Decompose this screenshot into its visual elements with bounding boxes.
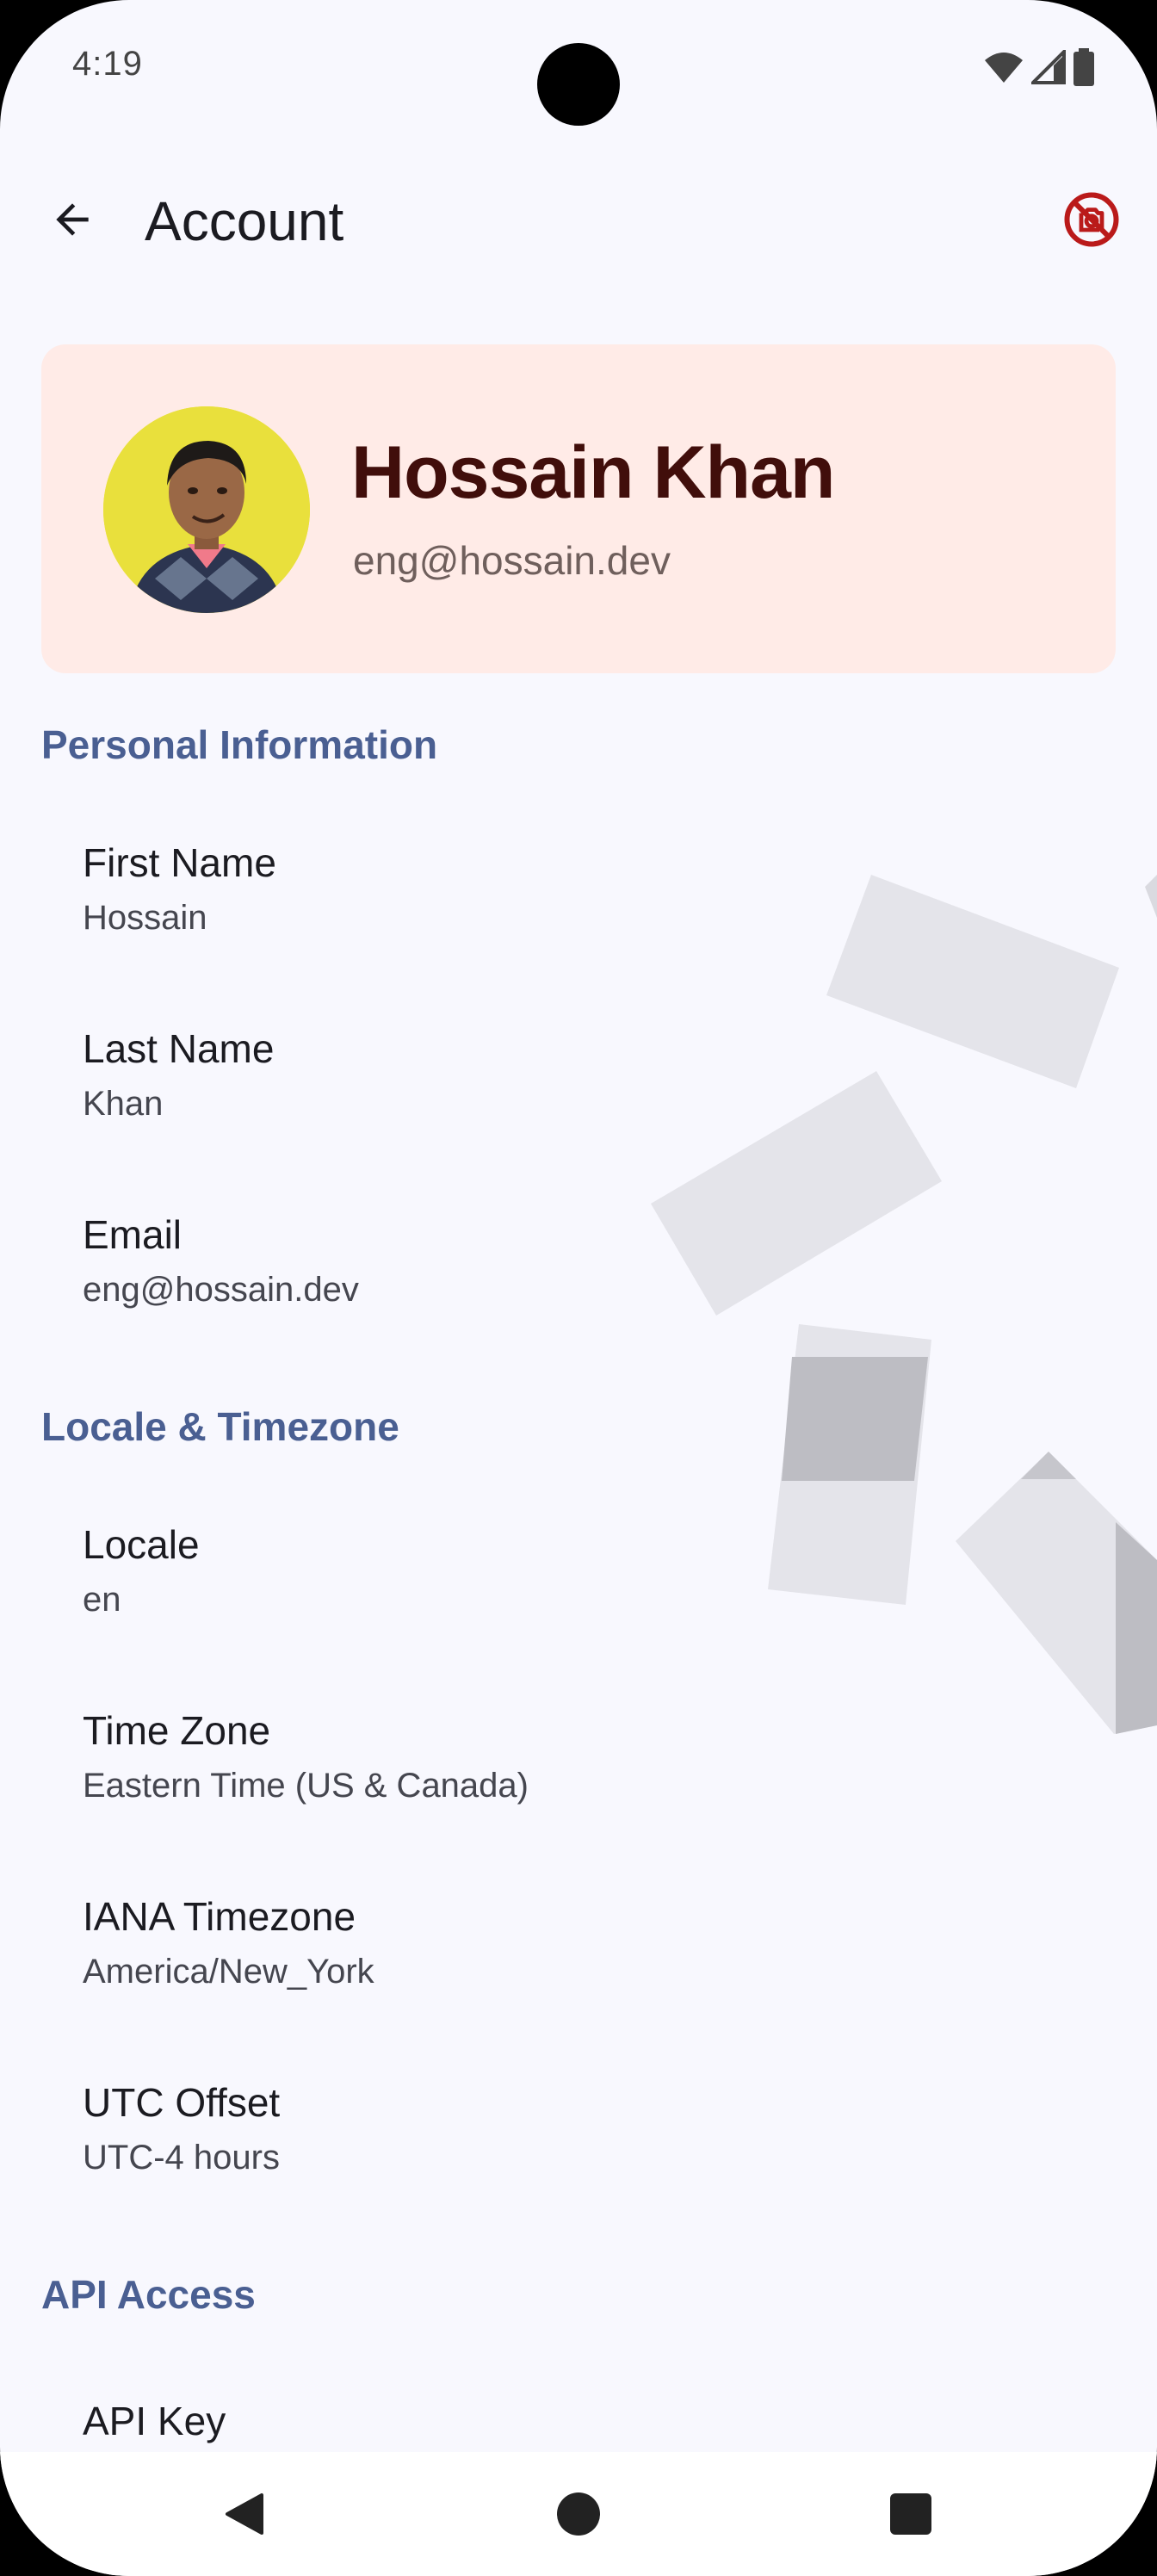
battery-icon <box>1073 48 1094 86</box>
status-bar: 4:19 <box>0 0 1157 138</box>
field-email[interactable]: Email eng@hossain.dev <box>83 1209 359 1314</box>
field-value: Hossain <box>83 899 207 937</box>
section-header-personal: Personal Information <box>41 722 438 767</box>
profile-card: Hossain Khan eng@hossain.dev <box>41 344 1116 673</box>
cell-signal-icon <box>1031 50 1066 84</box>
field-label: Last Name <box>83 1026 275 1071</box>
triangle-back-icon <box>226 2493 263 2535</box>
arrow-back-icon <box>56 203 89 236</box>
field-value: Khan <box>83 1085 164 1123</box>
field-first-name[interactable]: First Name Hossain <box>83 837 276 942</box>
screen-title: Account <box>145 190 344 252</box>
field-label: IANA Timezone <box>83 1894 356 1939</box>
system-navigation-bar <box>0 2452 1157 2576</box>
nav-back-button[interactable] <box>201 2471 288 2557</box>
profile-email: eng@hossain.dev <box>353 538 671 583</box>
avatar-photo <box>103 406 310 613</box>
no-photography-icon <box>1064 192 1119 247</box>
status-time: 4:19 <box>72 45 143 83</box>
section-header-api: API Access <box>41 2272 256 2317</box>
avatar[interactable] <box>103 406 310 613</box>
field-iana-timezone[interactable]: IANA Timezone America/New_York <box>83 1891 374 1996</box>
front-camera <box>537 43 620 126</box>
field-label: Locale <box>83 1522 200 1567</box>
status-icons <box>983 48 1095 86</box>
back-button[interactable] <box>38 185 107 254</box>
phone-screen: 4:19 Account Hossain Khan eng@hossain.de… <box>0 0 1157 2576</box>
field-label: Time Zone <box>83 1708 271 1753</box>
field-value: en <box>83 1581 121 1619</box>
profile-name: Hossain Khan <box>351 431 835 514</box>
field-value: America/New_York <box>83 1953 374 1991</box>
circle-home-icon <box>557 2492 600 2536</box>
field-value: Eastern Time (US & Canada) <box>83 1767 529 1805</box>
nav-recents-button[interactable] <box>868 2471 954 2557</box>
square-recents-icon <box>890 2493 931 2535</box>
field-label: API Key <box>83 2399 226 2443</box>
section-header-locale: Locale & Timezone <box>41 1404 399 1449</box>
field-label: Email <box>83 1212 183 1257</box>
field-last-name[interactable]: Last Name Khan <box>83 1023 274 1128</box>
field-value: eng@hossain.dev <box>83 1271 359 1309</box>
field-api-key[interactable]: API Key <box>83 2395 226 2447</box>
top-app-bar: Account <box>0 164 1157 276</box>
field-time-zone[interactable]: Time Zone Eastern Time (US & Canada) <box>83 1705 529 1810</box>
field-value: UTC-4 hours <box>83 2139 280 2177</box>
nav-home-button[interactable] <box>535 2471 622 2557</box>
wifi-icon <box>985 53 1023 83</box>
field-label: UTC Offset <box>83 2080 281 2125</box>
field-locale[interactable]: Locale en <box>83 1519 200 1624</box>
field-label: First Name <box>83 840 276 885</box>
hide-photo-button[interactable] <box>1057 185 1126 254</box>
field-utc-offset[interactable]: UTC Offset UTC-4 hours <box>83 2077 280 2182</box>
